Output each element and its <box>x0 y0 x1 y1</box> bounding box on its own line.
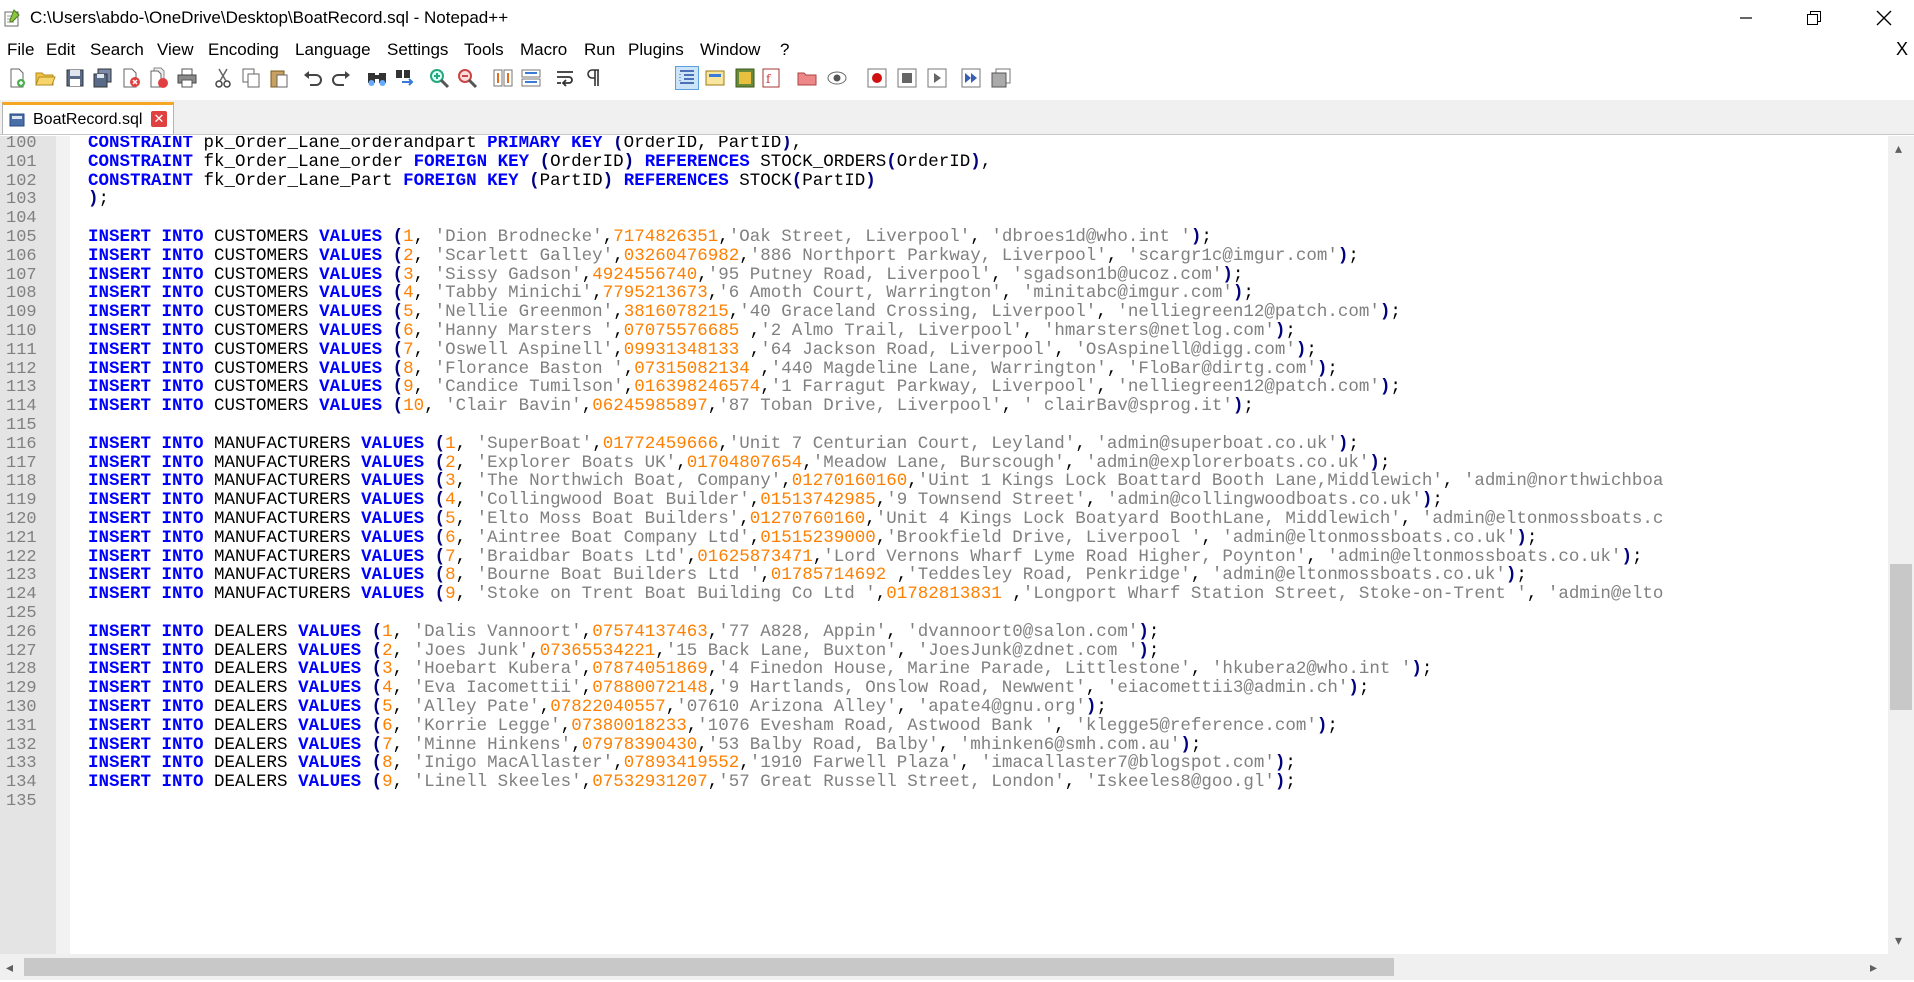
print-icon[interactable] <box>176 67 198 89</box>
menu-settings[interactable]: Settings <box>387 40 448 60</box>
window-title: C:\Users\abdo-\OneDrive\Desktop\BoatReco… <box>30 8 509 27</box>
zoom-in-icon[interactable] <box>428 67 450 89</box>
scroll-left-arrow-icon[interactable]: ◂ <box>6 959 13 976</box>
stop-recording-icon[interactable] <box>896 67 918 89</box>
redo-icon[interactable] <box>330 67 352 89</box>
menu-language[interactable]: Language <box>295 40 371 60</box>
new-file-icon[interactable] <box>6 67 28 89</box>
sync-vertical-icon[interactable] <box>492 67 514 89</box>
undo-icon[interactable] <box>302 67 324 89</box>
close-document-button[interactable]: X <box>1896 39 1908 60</box>
menu-plugins[interactable]: Plugins <box>628 40 684 60</box>
line-number: 135 <box>6 792 37 811</box>
record-macro-icon[interactable] <box>866 67 888 89</box>
menu-window[interactable]: Window <box>700 40 760 60</box>
copy-icon[interactable] <box>240 67 262 89</box>
code-editor[interactable]: 100 CONSTRAINT pk_Order_Lane_orderandpart… <box>0 136 1914 954</box>
vertical-scroll-thumb[interactable] <box>1890 564 1912 710</box>
vertical-scrollbar[interactable]: ▴ ▾ <box>1888 136 1914 954</box>
scroll-down-arrow-icon[interactable]: ▾ <box>1895 932 1902 949</box>
run-macro-multiple-icon[interactable] <box>960 67 982 89</box>
close-icon <box>1876 10 1892 26</box>
paste-icon[interactable] <box>268 67 290 89</box>
file-tab-icon <box>9 113 25 127</box>
tab-boatrecord-sql[interactable]: BoatRecord.sql ✕ <box>2 102 174 134</box>
notepad-plus-plus-icon <box>4 9 20 27</box>
menu-bar: File Edit Search View Encoding Language … <box>0 37 1914 63</box>
indent-guide-icon[interactable] <box>675 66 699 90</box>
save-icon[interactable] <box>64 67 86 89</box>
toolbar: f <box>0 63 1914 95</box>
monitoring-icon[interactable] <box>826 67 848 89</box>
minimize-icon <box>1740 17 1752 19</box>
code-lines: 100 CONSTRAINT pk_Order_Lane_orderandpart… <box>0 136 1888 954</box>
menu-encoding[interactable]: Encoding <box>208 40 279 60</box>
close-all-icon[interactable] <box>148 67 170 89</box>
replace-icon[interactable] <box>394 67 416 89</box>
code-line[interactable]: 135 <box>0 790 1888 813</box>
word-wrap-icon[interactable] <box>554 67 576 89</box>
open-file-icon[interactable] <box>34 67 56 89</box>
title-bar: C:\Users\abdo-\OneDrive\Desktop\BoatReco… <box>0 0 1914 36</box>
menu-search[interactable]: Search <box>90 40 144 60</box>
restore-icon <box>1807 11 1821 25</box>
playback-macro-icon[interactable] <box>926 67 948 89</box>
function-list-icon[interactable]: f <box>760 67 782 89</box>
zoom-out-icon[interactable] <box>456 67 478 89</box>
cut-icon[interactable] <box>212 67 234 89</box>
horizontal-scroll-thumb[interactable] <box>24 958 1394 976</box>
scrollbar-corner <box>1888 954 1914 980</box>
document-map-icon[interactable] <box>734 67 756 89</box>
close-file-icon[interactable] <box>120 67 142 89</box>
find-icon[interactable] <box>366 67 388 89</box>
menu-macro[interactable]: Macro <box>520 40 567 60</box>
menu-help[interactable]: ? <box>780 40 789 60</box>
menu-edit[interactable]: Edit <box>46 40 75 60</box>
save-all-icon[interactable] <box>92 67 114 89</box>
tab-bar: BoatRecord.sql ✕ <box>0 100 1914 135</box>
menu-run[interactable]: Run <box>584 40 615 60</box>
menu-tools[interactable]: Tools <box>464 40 504 60</box>
tab-label: BoatRecord.sql <box>33 111 143 128</box>
sync-horizontal-icon[interactable] <box>520 67 542 89</box>
scroll-up-arrow-icon[interactable]: ▴ <box>1895 140 1902 157</box>
minimize-button[interactable] <box>1718 0 1774 36</box>
horizontal-scrollbar[interactable]: ◂ ▸ <box>0 954 1888 980</box>
restore-button[interactable] <box>1786 0 1842 36</box>
menu-view[interactable]: View <box>157 40 194 60</box>
tab-close-icon[interactable]: ✕ <box>151 111 167 127</box>
show-all-characters-icon[interactable] <box>582 67 604 89</box>
user-defined-language-icon[interactable] <box>704 67 726 89</box>
folder-as-workspace-icon[interactable] <box>796 67 818 89</box>
save-macro-icon[interactable] <box>990 67 1012 89</box>
scroll-right-arrow-icon[interactable]: ▸ <box>1870 959 1877 976</box>
close-window-button[interactable] <box>1856 0 1912 36</box>
menu-file[interactable]: File <box>7 40 34 60</box>
